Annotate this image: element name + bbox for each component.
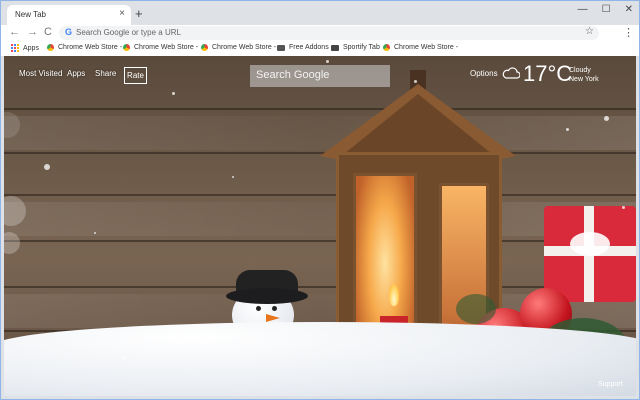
weather-details: Cloudy New York <box>569 66 599 84</box>
bookmark-sportify-tab[interactable]: Sportify Tab <box>331 44 380 51</box>
apps-link[interactable]: Apps <box>67 69 85 78</box>
bookmark-label: Sportify Tab <box>343 44 380 51</box>
tab-close-icon[interactable]: × <box>119 8 125 19</box>
share-link[interactable]: Share <box>95 69 116 78</box>
minimize-button[interactable]: — <box>578 4 588 15</box>
google-g-icon: G <box>65 27 73 37</box>
search-placeholder: Search Google <box>256 69 330 81</box>
maximize-button[interactable]: ☐ <box>602 4 611 15</box>
chrome-web-store-icon <box>201 44 208 51</box>
snow-ground <box>4 322 636 396</box>
weather-temperature: 17°C <box>523 61 573 86</box>
support-link[interactable]: Support <box>598 381 623 388</box>
forward-icon[interactable]: → <box>27 26 38 38</box>
bookmark-chrome-web-store-4[interactable]: Chrome Web Store - <box>383 44 458 51</box>
bookmark-label: Chrome Web Store - <box>212 44 277 51</box>
rate-button[interactable]: Rate <box>124 67 147 84</box>
bookmark-free-addons[interactable]: Free Addons <box>277 44 329 51</box>
bookmark-label: Chrome Web Store - <box>134 44 199 51</box>
tab-strip: New Tab × + — ☐ ✕ <box>1 1 639 25</box>
candle-flame <box>389 284 399 306</box>
window-controls: — ☐ ✕ <box>578 4 633 15</box>
sportify-icon <box>331 44 339 51</box>
weather-city: New York <box>569 76 599 83</box>
chrome-web-store-icon <box>383 44 390 51</box>
chrome-web-store-icon <box>123 44 130 51</box>
bookmark-chrome-web-store-2[interactable]: Chrome Web Store - <box>123 44 198 51</box>
weather-condition: Cloudy <box>569 67 591 74</box>
bookmark-star-icon[interactable]: ☆ <box>585 26 594 37</box>
bookmark-chrome-web-store-3[interactable]: Chrome Web Store - <box>201 44 276 51</box>
chrome-web-store-icon <box>47 44 54 51</box>
tab-new-tab[interactable]: New Tab × <box>7 5 131 25</box>
omnibox[interactable]: G Search Google or type a URL <box>59 26 599 40</box>
cloud-icon <box>502 67 520 79</box>
bookmarks-bar: Apps Chrome Web Store - Chrome Web Store… <box>1 41 639 57</box>
bookmark-label: Chrome Web Store - <box>58 44 123 51</box>
back-icon[interactable]: ← <box>9 26 20 38</box>
options-link[interactable]: Options <box>470 69 498 78</box>
close-window-button[interactable]: ✕ <box>625 4 633 15</box>
bookmark-apps[interactable]: Apps <box>11 44 39 52</box>
bookmark-label: Apps <box>23 44 39 52</box>
gift-box <box>544 206 636 302</box>
apps-grid-icon <box>11 44 19 52</box>
tab-title: New Tab <box>15 10 46 19</box>
reload-icon[interactable]: C <box>44 26 52 38</box>
bookmark-label: Free Addons <box>289 44 329 51</box>
menu-icon[interactable]: ⋮ <box>623 26 634 39</box>
new-tab-button[interactable]: + <box>135 6 143 21</box>
addons-icon <box>277 44 285 51</box>
browser-toolbar: ← → C G Search Google or type a URL ☆ ⋮ <box>1 25 639 41</box>
bookmark-label: Chrome Web Store - <box>394 44 459 51</box>
omnibox-placeholder: Search Google or type a URL <box>76 28 181 37</box>
bookmark-chrome-web-store-1[interactable]: Chrome Web Store - <box>47 44 122 51</box>
most-visited-link[interactable]: Most Visited <box>19 69 62 78</box>
background-wallpaper <box>4 56 636 396</box>
search-input[interactable]: Search Google <box>250 65 390 87</box>
